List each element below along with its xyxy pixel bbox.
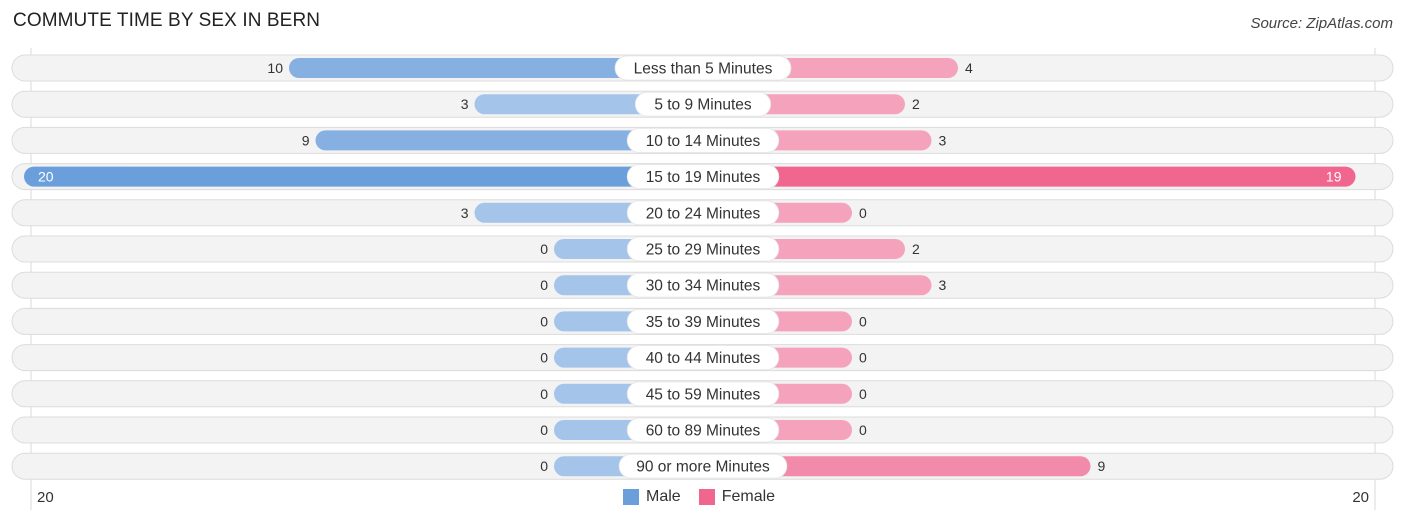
category-label: 5 to 9 Minutes (654, 97, 752, 114)
value-label-female: 0 (859, 205, 867, 221)
category-label: 35 to 39 Minutes (646, 314, 761, 331)
category-label: 15 to 19 Minutes (646, 169, 761, 186)
legend-label-male: Male (646, 488, 681, 505)
value-label-female: 0 (859, 386, 867, 402)
legend: Male Female (623, 488, 793, 506)
legend-item-female[interactable]: Female (698, 488, 776, 506)
value-label-female: 0 (859, 350, 867, 366)
value-label-female: 3 (939, 277, 947, 293)
bar-female (703, 166, 1356, 187)
value-label-female: 4 (965, 60, 973, 76)
value-label-female: 0 (859, 313, 867, 329)
chart-plot: 10 4 Less than 5 Minutes 3 2 5 to 9 Minutes 9 3… (11, 48, 1394, 510)
legend-swatch-female (698, 489, 715, 505)
value-label-male: 9 (302, 132, 310, 148)
value-label-male: 0 (540, 386, 548, 402)
category-label: Less than 5 Minutes (634, 61, 773, 78)
value-label-female: 2 (912, 96, 920, 112)
legend-item-male[interactable]: Male (623, 488, 681, 506)
legend-label-female: Female (721, 488, 776, 505)
category-label: 20 to 24 Minutes (646, 205, 761, 222)
value-label-male: 0 (540, 422, 548, 438)
value-label-female: 2 (912, 241, 920, 257)
category-label: 10 to 14 Minutes (646, 133, 761, 150)
value-label-male: 3 (461, 96, 469, 112)
category-label: 60 to 89 Minutes (646, 423, 761, 440)
category-label: 25 to 29 Minutes (646, 242, 761, 259)
category-label: 40 to 44 Minutes (646, 350, 761, 367)
bar-male (24, 166, 703, 187)
value-label-female: 9 (1098, 458, 1106, 474)
value-label-male: 0 (540, 241, 548, 257)
category-label: 30 to 34 Minutes (646, 278, 761, 295)
value-label-female: 19 (1326, 169, 1342, 185)
value-label-female: 0 (859, 422, 867, 438)
value-label-male: 0 (540, 458, 548, 474)
axis-label-left: 20 (37, 489, 54, 506)
value-label-male: 10 (267, 60, 283, 76)
axis-label-right: 20 (1352, 489, 1369, 506)
value-label-male: 3 (461, 205, 469, 221)
value-label-female: 3 (939, 132, 947, 148)
value-label-male: 0 (540, 350, 548, 366)
value-label-male: 20 (38, 169, 54, 185)
legend-swatch-male (623, 489, 639, 505)
category-label: 45 to 59 Minutes (646, 386, 761, 403)
value-label-male: 0 (540, 313, 548, 329)
value-label-male: 0 (540, 277, 548, 293)
category-label: 90 or more Minutes (636, 459, 770, 476)
